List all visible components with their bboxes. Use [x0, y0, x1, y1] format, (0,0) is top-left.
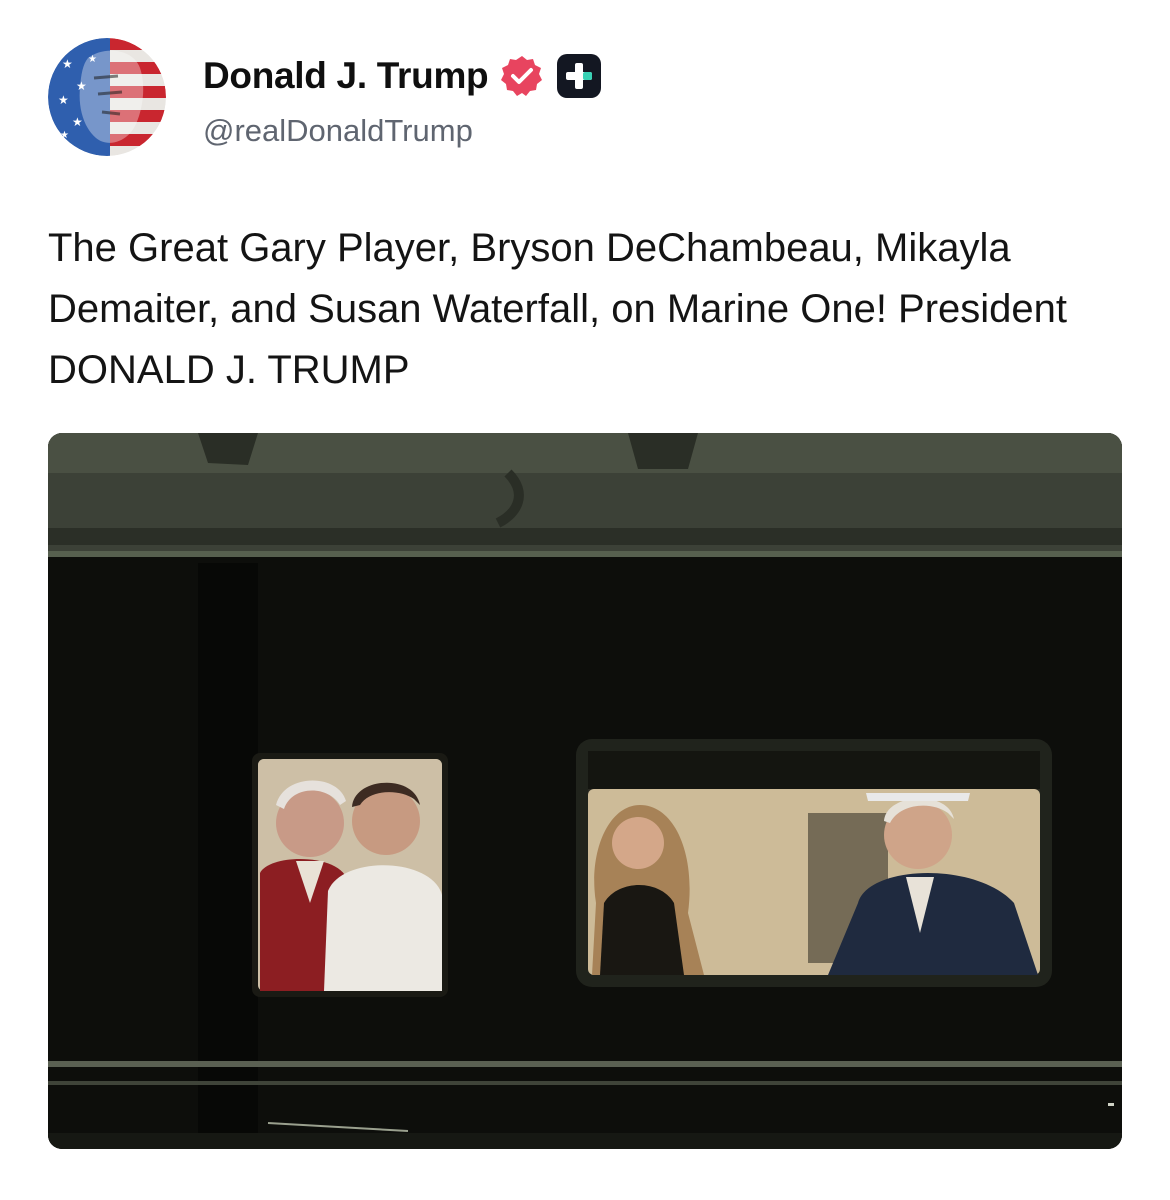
post-photo[interactable] — [48, 433, 1122, 1149]
svg-text:★: ★ — [76, 79, 87, 93]
svg-text:★: ★ — [58, 93, 69, 107]
helicopter-window-photo — [48, 433, 1122, 1149]
author-handle[interactable]: @realDonaldTrump — [203, 113, 473, 149]
avatar-image: ★ ★ ★ ★ ★ ★ — [48, 38, 166, 156]
plus-badge-icon — [556, 53, 602, 99]
svg-text:★: ★ — [60, 130, 69, 141]
post-card: ★ ★ ★ ★ ★ ★ Donald J. Trump @realDonaldT… — [0, 0, 1170, 1200]
post-text: The Great Gary Player, Bryson DeChambeau… — [48, 226, 1068, 392]
svg-text:★: ★ — [88, 54, 97, 65]
display-name[interactable]: Donald J. Trump — [203, 55, 489, 97]
verified-badge-icon — [500, 54, 544, 98]
author-row: Donald J. Trump — [203, 50, 602, 102]
avatar[interactable]: ★ ★ ★ ★ ★ ★ — [48, 38, 166, 156]
svg-text:★: ★ — [62, 57, 73, 71]
svg-text:★: ★ — [72, 115, 83, 129]
